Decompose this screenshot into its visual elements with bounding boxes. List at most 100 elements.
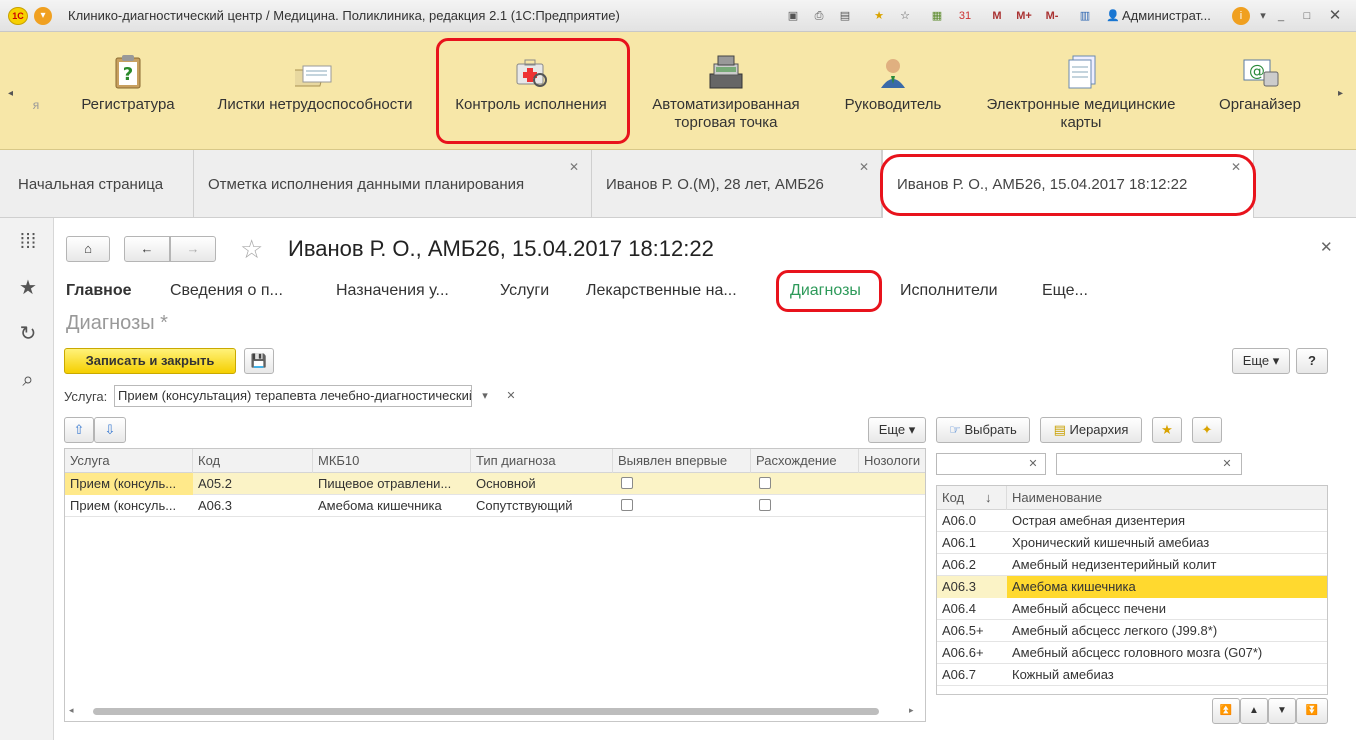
mkb-name[interactable]: Хронический кишечный амебиаз [1007,532,1327,554]
back-button[interactable]: ← [124,236,170,262]
table-row[interactable]: А06.0 Острая амебная дизентерия [937,510,1327,532]
col-header[interactable]: Нозологи [859,449,927,473]
scroll-left-icon[interactable]: ◂ [8,88,13,99]
close-tab-icon[interactable]: ✕ [569,160,579,174]
section-sick-leave[interactable]: Листки нетрудоспособности [206,32,424,150]
discrepancy-checkbox[interactable] [759,499,771,511]
mkb-name[interactable]: Амебный абсцесс легкого (J99.8*) [1007,620,1327,642]
table-row[interactable]: А06.6+ Амебный абсцесс головного мозга (G… [937,642,1327,664]
table-row[interactable]: Прием (консуль... А06.3 Амебома кишечник… [65,495,925,517]
more-actions-button[interactable]: Еще ▾ [1232,348,1290,374]
diagnoses-table[interactable]: Услуга Код МКБ10 Тип диагноза Выявлен вп… [64,448,926,722]
favorites-add-icon[interactable]: ☆ [896,7,914,25]
close-form-icon[interactable]: ✕ [1320,238,1333,256]
tab-performers[interactable]: Исполнители [900,282,998,300]
maximize-icon[interactable]: □ [1298,7,1316,25]
mkb-name[interactable]: Амебный недизентерийный колит [1007,554,1327,576]
move-down-button[interactable]: ⇩ [94,417,126,443]
code-filter-clear-icon[interactable]: ✕ [1024,455,1042,473]
col-header[interactable]: Расхождение [751,449,859,473]
preview-icon[interactable]: ▤ [836,7,854,25]
mkb-picker-table[interactable]: Код ↓ Наименование А06.0 Острая амебная ди… [936,485,1328,695]
favorites-star-icon[interactable]: ★ [870,7,888,25]
table-row[interactable]: А06.2 Амебный недизентерийный колит [937,554,1327,576]
help-button[interactable]: ? [1296,348,1328,374]
mkb-code[interactable]: А06.3 [937,576,1007,598]
mkb-name[interactable]: Амебома кишечника [1007,576,1327,598]
apps-grid-icon[interactable]: ⁞⁞⁞ [16,230,40,254]
mkb-code[interactable]: А06.2 [937,554,1007,576]
tab-services[interactable]: Услуги [500,282,549,300]
col-header[interactable]: Наименование [1007,486,1327,510]
mkb-name[interactable]: Амебный абсцесс печени [1007,598,1327,620]
info-dropdown-icon[interactable]: ▾ [1254,7,1272,25]
memory-mminus-button[interactable]: M- [1040,7,1064,25]
save-icon[interactable]: ▣ [784,7,802,25]
horizontal-scrollbar[interactable] [93,708,879,715]
favorite-add-icon[interactable]: ★ [1152,417,1182,443]
close-tab-icon[interactable]: ✕ [859,160,869,174]
search-icon[interactable]: ⌕ [16,368,40,392]
favorite-new-icon[interactable]: ✦ [1192,417,1222,443]
scroll-right-icon[interactable]: ▸ [909,705,914,716]
first-detected-checkbox[interactable] [621,477,633,489]
table-row[interactable]: А06.3 Амебома кишечника [937,576,1327,598]
print-icon[interactable]: ⎙ [810,7,828,25]
scroll-first-icon[interactable]: ⏫ [1212,698,1240,724]
home-button[interactable]: ⌂ [66,236,110,262]
select-button[interactable]: ☞ Выбрать [936,417,1030,443]
close-window-icon[interactable]: ✕ [1326,7,1344,25]
mkb-code[interactable]: А06.1 [937,532,1007,554]
table-row[interactable]: Прием (консуль... А05.2 Пищевое отравлен… [65,473,925,495]
mkb-name[interactable]: Острая амебная дизентерия [1007,510,1327,532]
tab-more[interactable]: Еще... [1042,282,1088,300]
first-detected-checkbox[interactable] [621,499,633,511]
history-icon[interactable]: ↻ [16,322,40,346]
section-manager[interactable]: Руководитель [836,32,950,150]
panels-icon[interactable]: ▥ [1076,7,1094,25]
col-header[interactable]: МКБ10 [313,449,471,473]
tab-info[interactable]: Сведения о п... [170,282,283,300]
favorite-star-icon[interactable]: ☆ [240,234,263,265]
calendar-icon[interactable]: 31 [956,7,974,25]
table-row[interactable]: А06.7 Кожный амебиаз [937,664,1327,686]
tab-assignments[interactable]: Назначения у... [336,282,449,300]
tab-main[interactable]: Главное [66,282,132,300]
col-header[interactable]: Код [193,449,313,473]
main-menu-icon[interactable]: ▾ [34,7,52,25]
user-name[interactable]: Администрат... [1122,8,1211,23]
section-organizer[interactable]: @ Органайзер [1210,32,1310,150]
save-button[interactable]: 💾 [244,348,274,374]
favorites-icon[interactable]: ★ [16,276,40,300]
tab-medicines[interactable]: Лекарственные на... [586,282,737,300]
scroll-up-icon[interactable]: ▲ [1240,698,1268,724]
section-hidden[interactable]: я [26,32,46,150]
service-dropdown-icon[interactable]: ▾ [476,387,494,405]
app-logo-icon[interactable]: 1С [8,7,28,25]
scroll-last-icon[interactable]: ⏬ [1296,698,1328,724]
service-input[interactable]: Прием (консультация) терапевта лечебно-д… [114,385,472,407]
mkb-code[interactable]: А06.6+ [937,642,1007,664]
section-pos-terminal[interactable]: Автоматизированная торговая точка [640,32,812,150]
name-filter-clear-icon[interactable]: ✕ [1218,455,1236,473]
col-header[interactable]: Услуга [65,449,193,473]
name-filter-input[interactable] [1056,453,1242,475]
section-registratura[interactable]: ? Регистратура [70,32,186,150]
forward-button[interactable]: → [170,236,216,262]
save-close-button[interactable]: Записать и закрыть [64,348,236,374]
mkb-code[interactable]: А06.5+ [937,620,1007,642]
mkb-name[interactable]: Амебный абсцесс головного мозга (G07*) [1007,642,1327,664]
discrepancy-checkbox[interactable] [759,477,771,489]
calculator-icon[interactable]: ▦ [928,7,946,25]
service-clear-icon[interactable]: ✕ [502,387,520,405]
grid-more-button[interactable]: Еще ▾ [868,417,926,443]
tab-patient-card[interactable]: Иванов Р. О.(М), 28 лет, АМБ26 ✕ [592,150,882,218]
table-row[interactable]: А06.4 Амебный абсцесс печени [937,598,1327,620]
scroll-down-icon[interactable]: ▼ [1268,698,1296,724]
mkb-code[interactable]: А06.0 [937,510,1007,532]
hierarchy-button[interactable]: ▤ Иерархия [1040,417,1142,443]
minimize-icon[interactable]: _ [1272,7,1290,25]
tab-execution-mark[interactable]: Отметка исполнения данными планирования ✕ [194,150,592,218]
tab-home[interactable]: Начальная страница [4,150,194,218]
table-row[interactable]: А06.1 Хронический кишечный амебиаз [937,532,1327,554]
